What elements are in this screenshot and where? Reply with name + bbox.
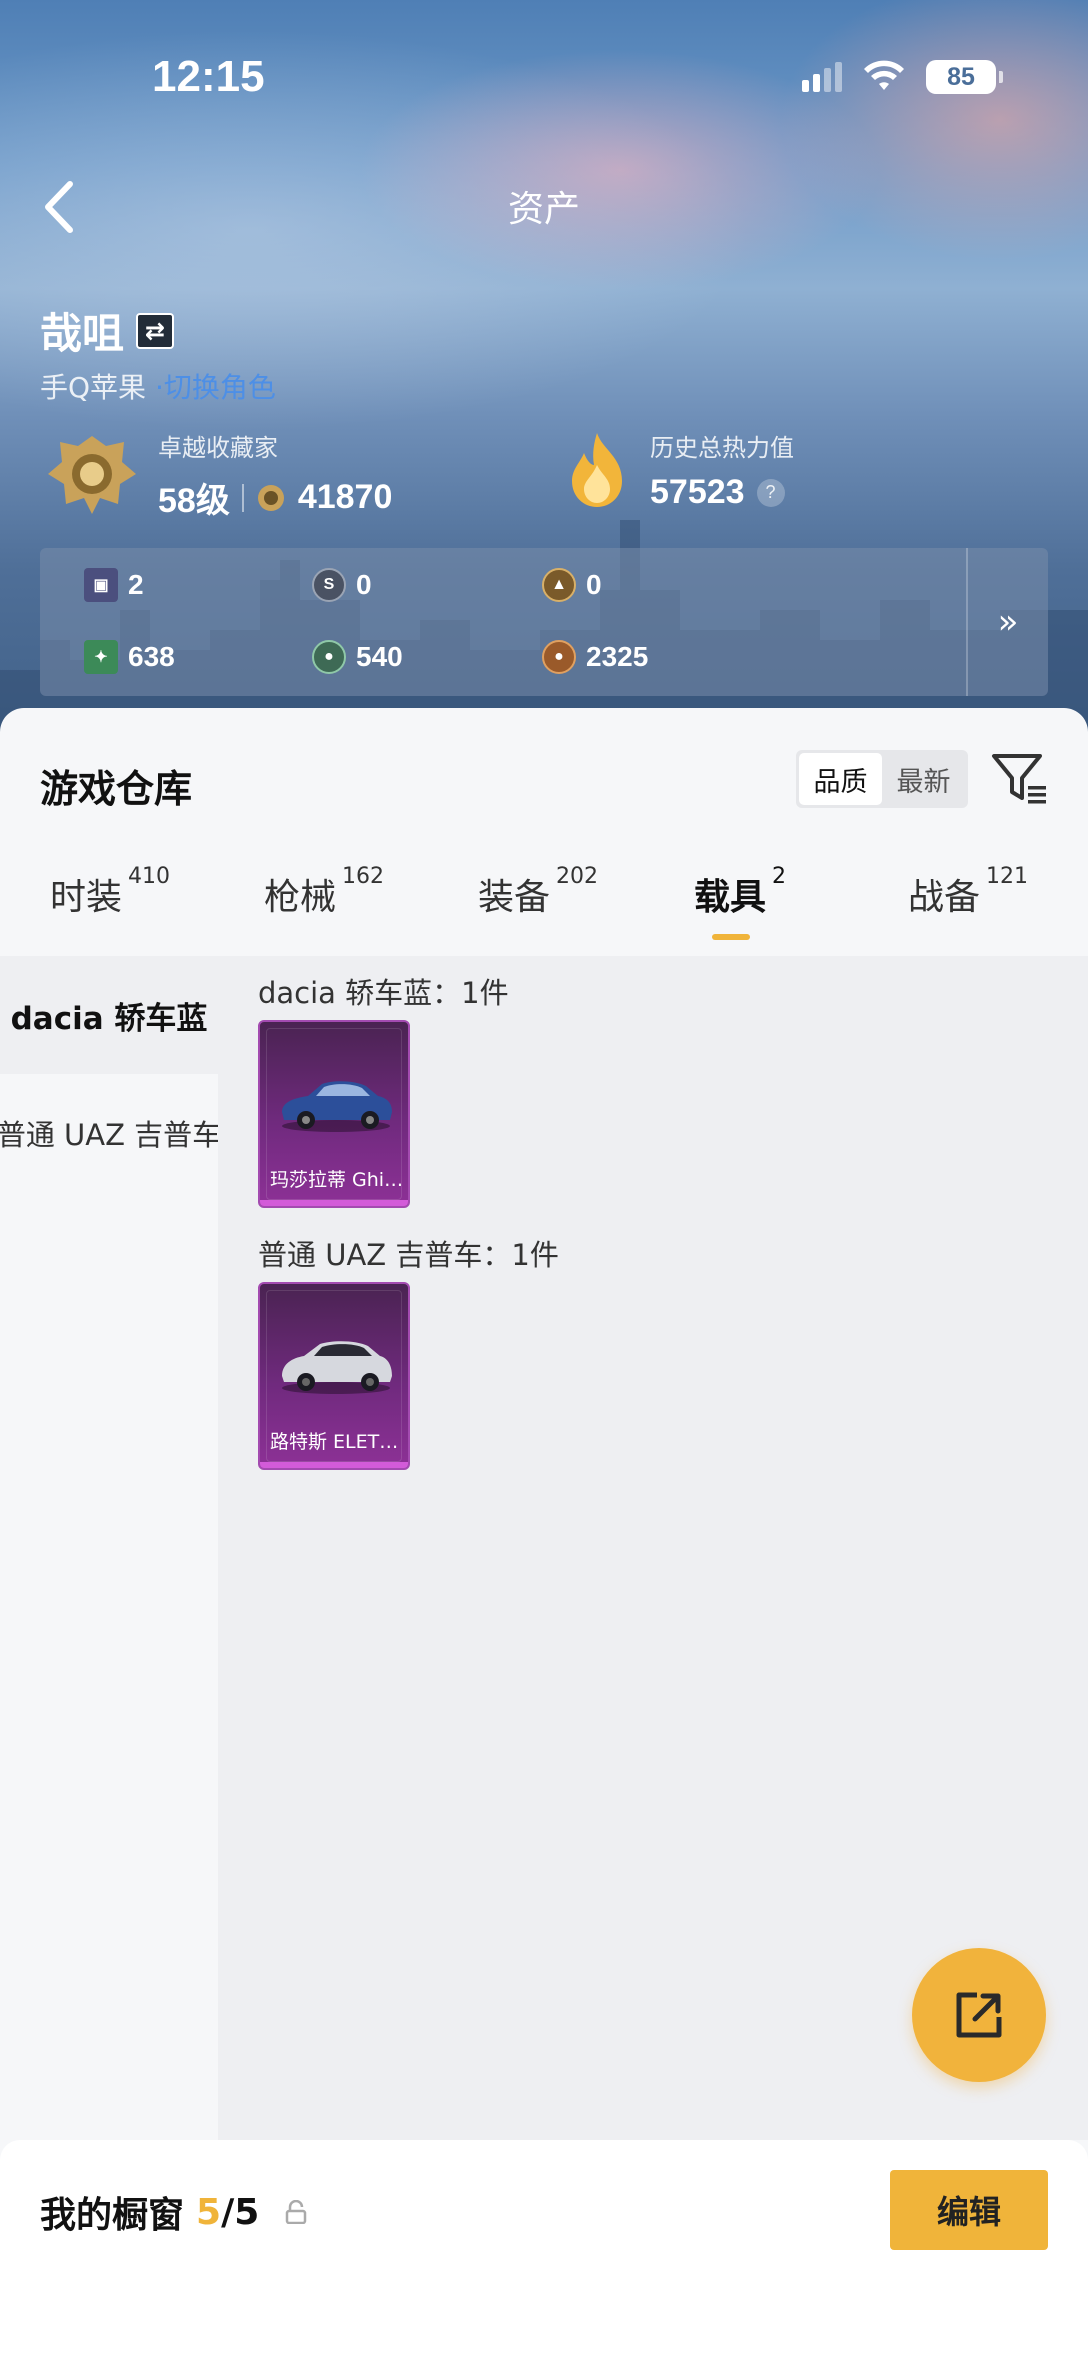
tab-supplies[interactable]: 战备 121 bbox=[908, 864, 1028, 920]
active-tab-indicator bbox=[712, 934, 750, 940]
coin-silver-icon: S bbox=[312, 568, 346, 602]
tab-weapons[interactable]: 枪械 162 bbox=[264, 864, 384, 920]
sidebar-item-uaz[interactable]: 普通 UAZ 吉普车 bbox=[0, 1074, 221, 1192]
heat-value-row: 57523 ? bbox=[650, 473, 794, 512]
sort-toggle: 品质 最新 bbox=[796, 750, 968, 808]
sidebar-item-dacia[interactable]: dacia 轿车蓝 bbox=[0, 956, 218, 1074]
showcase-title: 我的橱窗 bbox=[40, 2195, 185, 2236]
category-tabs: 时装 410 枪械 162 装备 202 载具 2 战备 121 bbox=[0, 864, 1088, 964]
tab-fashion[interactable]: 时装 410 bbox=[50, 864, 170, 920]
card-icon: ▣ bbox=[84, 568, 118, 602]
user-name-text: 哉咀 bbox=[40, 309, 125, 358]
resource-value: 638 bbox=[128, 641, 175, 672]
signal-icon bbox=[802, 62, 842, 92]
switch-role-link[interactable]: ·切换角色 bbox=[155, 371, 276, 404]
collector-points: 41870 bbox=[297, 478, 393, 516]
vehicle-card[interactable]: 路特斯 ELET… bbox=[258, 1282, 410, 1470]
showcase-count-current: 5 bbox=[196, 2191, 222, 2233]
resource-value: 0 bbox=[356, 569, 372, 600]
showcase-footer: 我的橱窗 5 /5 编辑 bbox=[0, 2140, 1088, 2364]
status-icons: 85 bbox=[802, 60, 1003, 94]
hero-banner: 12:15 85 资产 哉咀 ⇄ 手Q苹果 ·切换角色 卓越收藏家 58级 41… bbox=[0, 0, 1088, 760]
white-suv-image bbox=[282, 1341, 392, 1394]
warehouse-title: 游戏仓库 bbox=[40, 767, 193, 811]
collector-badge-icon bbox=[48, 436, 136, 514]
tab-count: 121 bbox=[986, 864, 1029, 889]
resource-value: 540 bbox=[356, 641, 403, 672]
blue-sedan-image bbox=[282, 1081, 392, 1132]
tab-equipment[interactable]: 装备 202 bbox=[478, 864, 598, 920]
group-title: dacia 轿车蓝：1件 bbox=[258, 976, 509, 1010]
collector-points-icon bbox=[257, 484, 284, 511]
battery-indicator: 85 bbox=[926, 60, 1003, 94]
group-title: 普通 UAZ 吉普车：1件 bbox=[258, 1238, 559, 1272]
tab-label: 载具 bbox=[694, 877, 767, 918]
resource-item: ● 540 bbox=[312, 640, 403, 674]
vehicle-sidebar: dacia 轿车蓝 普通 UAZ 吉普车 bbox=[0, 956, 221, 2140]
sort-latest-button[interactable]: 最新 bbox=[882, 753, 965, 805]
rarity-bar bbox=[260, 1462, 408, 1468]
tab-label: 战备 bbox=[908, 877, 981, 918]
tab-count: 2 bbox=[772, 864, 787, 889]
share-button[interactable] bbox=[912, 1948, 1046, 2082]
tab-label: 时装 bbox=[50, 877, 123, 918]
account-platform: 手Q苹果 ·切换角色 bbox=[40, 366, 276, 406]
page-title: 资产 bbox=[507, 189, 580, 230]
resource-item: ▣ 2 bbox=[84, 568, 144, 602]
collector-label: 卓越收藏家 bbox=[158, 434, 278, 462]
filter-icon[interactable] bbox=[990, 750, 1050, 808]
collector-level: 58级 bbox=[158, 482, 230, 520]
resource-item: ● 2325 bbox=[542, 640, 648, 674]
green-coin-icon: ● bbox=[312, 640, 346, 674]
collector-value: 58级 41870 bbox=[158, 473, 392, 522]
lock-icon[interactable] bbox=[285, 2200, 307, 2224]
resource-item: ✦ 638 bbox=[84, 640, 175, 674]
tab-vehicles[interactable]: 载具 2 bbox=[694, 864, 786, 920]
divider bbox=[241, 483, 244, 512]
showcase-title-row: 我的橱窗 5 /5 bbox=[40, 2186, 307, 2238]
resource-item: ▲ 0 bbox=[542, 568, 602, 602]
showcase-count-total: /5 bbox=[221, 2191, 260, 2233]
share-icon bbox=[956, 1992, 1002, 2038]
sort-quality-button[interactable]: 品质 bbox=[799, 753, 882, 805]
resource-panel: ▣ 2 S 0 ▲ 0 ✦ 638 ● 540 ● 2325 » bbox=[40, 548, 1048, 696]
collector-stat[interactable]: 卓越收藏家 58级 41870 bbox=[44, 428, 392, 522]
switch-account-icon[interactable]: ⇄ bbox=[136, 312, 175, 349]
green-card-icon: ✦ bbox=[84, 640, 118, 674]
resource-value: 2325 bbox=[586, 641, 649, 672]
flame-icon bbox=[572, 433, 622, 507]
vehicle-name: 路特斯 ELET… bbox=[270, 1431, 399, 1453]
status-time: 12:15 bbox=[152, 52, 265, 101]
vehicle-card[interactable]: 玛莎拉蒂 Ghi… bbox=[258, 1020, 410, 1208]
expand-resources-button[interactable]: » bbox=[966, 548, 1048, 696]
tab-count: 162 bbox=[342, 864, 385, 889]
resource-value: 0 bbox=[586, 569, 602, 600]
resource-value: 2 bbox=[128, 569, 144, 600]
user-name: 哉咀 ⇄ bbox=[40, 300, 175, 361]
copper-coin-icon: ● bbox=[542, 640, 576, 674]
platform-text: 手Q苹果 bbox=[40, 371, 147, 404]
tab-count: 410 bbox=[128, 864, 171, 889]
warehouse-sheet: 游戏仓库 品质 最新 时装 410 枪械 162 装备 202 载具 2 战备 121 d… bbox=[0, 708, 1088, 2364]
double-chevron-right-icon: » bbox=[997, 602, 1019, 642]
help-icon[interactable]: ? bbox=[756, 478, 785, 507]
heat-label: 历史总热力值 bbox=[650, 434, 794, 462]
rarity-bar bbox=[260, 1200, 408, 1206]
wifi-icon bbox=[864, 60, 904, 90]
tab-label: 枪械 bbox=[264, 877, 337, 918]
heat-value: 57523 bbox=[650, 473, 745, 511]
tab-label: 装备 bbox=[478, 877, 551, 918]
resource-item: S 0 bbox=[312, 568, 372, 602]
vehicle-name: 玛莎拉蒂 Ghi… bbox=[270, 1169, 404, 1191]
tab-count: 202 bbox=[556, 864, 599, 889]
heat-stat[interactable]: 历史总热力值 57523 ? bbox=[562, 428, 794, 512]
coin-bronze-icon: ▲ bbox=[542, 568, 576, 602]
edit-button[interactable]: 编辑 bbox=[890, 2170, 1048, 2250]
